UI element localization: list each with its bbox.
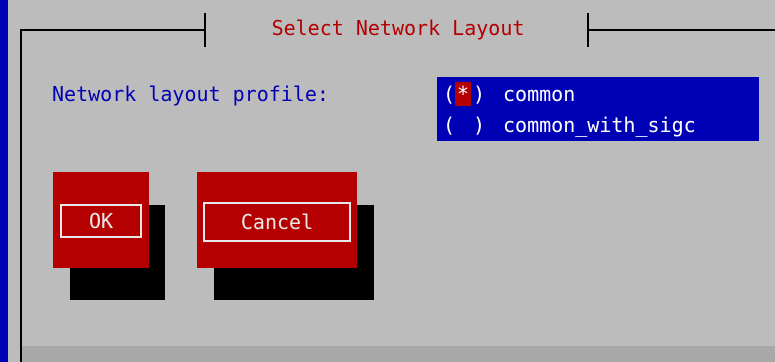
ok-button-label: OK <box>60 204 142 238</box>
radio-option-label: common <box>503 82 576 106</box>
title-bracket-left <box>204 13 206 47</box>
select-network-layout-dialog: Select Network Layout Network layout pro… <box>8 0 775 362</box>
radio-selection-mark <box>455 113 471 137</box>
radio-option-common-with-sigc[interactable]: ( ) common_with_sigc <box>437 110 759 140</box>
radio-bracket-close: ) <box>473 113 486 137</box>
frame-line-top-right <box>589 29 775 31</box>
radio-bracket-close: ) <box>473 82 486 106</box>
dialog-title: Select Network Layout <box>271 16 525 40</box>
radio-checked-icon[interactable]: ( * ) <box>443 79 485 109</box>
frame-line-left <box>20 29 22 362</box>
title-bracket-right <box>587 13 589 47</box>
radio-bracket-open: ( <box>443 82 456 106</box>
radio-bracket-open: ( <box>443 113 456 137</box>
radio-selection-mark: * <box>455 82 471 106</box>
radio-unchecked-icon[interactable]: ( ) <box>443 110 485 140</box>
cancel-button-label: Cancel <box>203 202 351 242</box>
frame-line-top-left <box>20 29 206 31</box>
network-layout-profile-label: Network layout profile: <box>52 82 329 106</box>
radio-option-label: common_with_sigc <box>503 113 696 137</box>
cancel-button[interactable]: Cancel <box>197 172 357 268</box>
network-layout-profile-listbox[interactable]: ( * ) common ( ) common_with_sigc <box>437 77 759 141</box>
frame-bottom-shade <box>22 346 775 362</box>
radio-option-common[interactable]: ( * ) common <box>437 79 759 109</box>
ok-button[interactable]: OK <box>53 172 149 268</box>
